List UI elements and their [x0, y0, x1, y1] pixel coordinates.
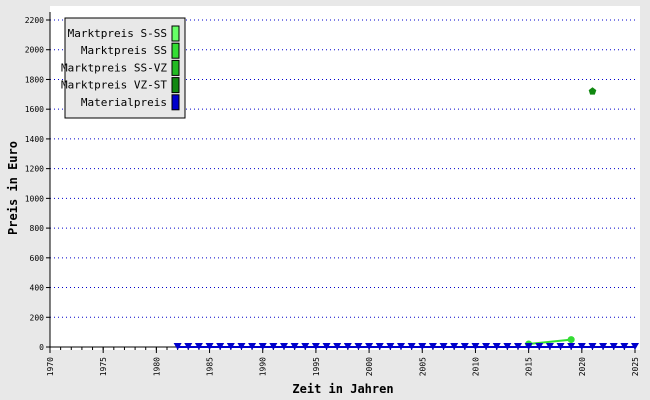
x-tick-label: 1985: [206, 357, 215, 376]
x-tick-label: 2020: [578, 357, 587, 376]
data-point: [567, 336, 575, 344]
y-tick-label: 2000: [25, 46, 44, 55]
legend-swatch: [171, 77, 180, 94]
y-tick-label: 800: [30, 224, 45, 233]
x-tick-label: 2000: [365, 357, 374, 376]
price-chart: 0 200 400 600 800 1000 1200 1400 1600 1800 2000 220…: [6, 6, 640, 396]
y-tick-label: 200: [30, 313, 45, 322]
y-tick-label: 2200: [25, 16, 44, 25]
y-tick-label: 1400: [25, 135, 44, 144]
legend-label: Materialpreis: [81, 96, 167, 109]
x-tick-label: 1975: [99, 357, 108, 376]
x-tick-label: 2010: [471, 357, 480, 376]
x-tick-label: 1995: [312, 357, 321, 376]
legend-swatch: [171, 25, 180, 42]
x-tick-label: 2025: [631, 357, 640, 376]
legend-swatch: [171, 94, 180, 111]
legend-label: Marktpreis SS: [81, 44, 167, 57]
x-axis-title: Zeit in Jahren: [292, 382, 393, 396]
x-tick-label: 1970: [46, 357, 55, 376]
y-tick-label: 400: [30, 284, 45, 293]
x-tick-label: 1980: [152, 357, 161, 376]
legend-label: Marktpreis S-SS: [68, 27, 167, 40]
y-tick-label: 1600: [25, 105, 44, 114]
x-tick-label: 2015: [525, 357, 534, 376]
legend-label: Marktpreis SS-VZ: [61, 61, 167, 74]
legend-swatch: [171, 42, 180, 59]
y-tick-label: 1200: [25, 165, 44, 174]
legend-swatch: [171, 59, 180, 76]
chart-frame: 0 200 400 600 800 1000 1200 1400 1600 1800 2000 220…: [0, 0, 650, 400]
x-tick-label: 1990: [259, 357, 268, 376]
y-tick-label: 1000: [25, 194, 44, 203]
y-tick-label: 0: [39, 343, 44, 352]
y-axis-title: Preis in Euro: [6, 141, 20, 235]
x-tick-label: 2005: [418, 357, 427, 376]
legend: Marktpreis S-SS Marktpreis SS Marktpreis S…: [61, 17, 186, 119]
y-tick-label: 1800: [25, 75, 44, 84]
y-tick-label: 600: [30, 254, 45, 263]
legend-label: Marktpreis VZ-ST: [61, 79, 167, 92]
